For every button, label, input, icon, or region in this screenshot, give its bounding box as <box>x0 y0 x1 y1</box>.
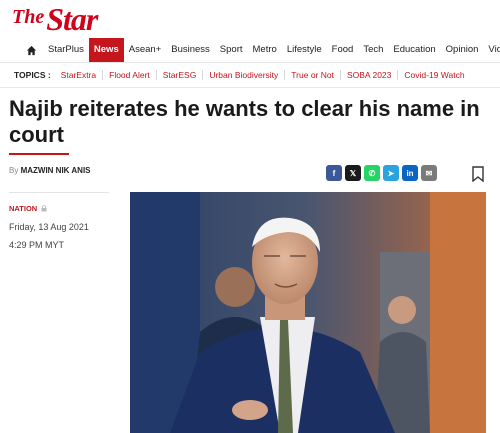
author-link[interactable]: MAZWIN NIK ANIS <box>21 166 91 175</box>
site-logo[interactable]: The Star <box>12 0 98 38</box>
nav-item-lifestyle[interactable]: Lifestyle <box>282 38 327 62</box>
topic-true-or-not[interactable]: True or Not <box>284 70 340 80</box>
topic-flood-alert[interactable]: Flood Alert <box>102 70 156 80</box>
byline: By MAZWIN NIK ANIS <box>9 166 91 175</box>
byline-prefix: By <box>9 166 19 175</box>
section-tag[interactable]: NATION <box>9 204 47 213</box>
nav-item-metro[interactable]: Metro <box>248 38 282 62</box>
topic-soba-2023[interactable]: SOBA 2023 <box>339 70 397 80</box>
headline-underline <box>9 153 69 155</box>
share-buttons: f 𝕏 ✆ ➤ in ✉ <box>326 165 437 181</box>
meta-divider <box>9 192 109 193</box>
article-headline: Najib reiterates he wants to clear his n… <box>9 96 480 147</box>
nav-items: StarPlus News Asean+ Business Sport Metro Life… <box>43 38 500 62</box>
topic-staresg[interactable]: StarESG <box>155 70 203 80</box>
nav-item-tech[interactable]: Tech <box>358 38 388 62</box>
lock-icon <box>41 205 47 212</box>
whatsapp-icon[interactable]: ✆ <box>364 165 380 181</box>
topic-urban-biodiversity[interactable]: Urban Biodiversity <box>202 70 284 80</box>
home-icon[interactable] <box>26 43 37 57</box>
topics-label: TOPICS : <box>14 70 51 80</box>
topic-items: StarExtra Flood Alert StarESG Urban Biodive… <box>57 70 471 80</box>
topic-starextra[interactable]: StarExtra <box>57 70 102 80</box>
nav-item-starplus[interactable]: StarPlus <box>43 38 89 62</box>
facebook-icon[interactable]: f <box>326 165 342 181</box>
nav-item-food[interactable]: Food <box>327 38 359 62</box>
topic-covid-19-watch[interactable]: Covid-19 Watch <box>397 70 470 80</box>
nav-item-videos[interactable]: Videos <box>483 38 500 62</box>
publish-date: Friday, 13 Aug 2021 <box>9 222 89 232</box>
nav-item-business[interactable]: Business <box>166 38 215 62</box>
article-photo <box>130 192 486 433</box>
bookmark-icon[interactable] <box>471 166 485 183</box>
logo-the: The <box>12 5 45 28</box>
nav-item-education[interactable]: Education <box>388 38 440 62</box>
nav-item-opinion[interactable]: Opinion <box>441 38 484 62</box>
nav-item-asean[interactable]: Asean+ <box>124 38 167 62</box>
nav-item-news[interactable]: News <box>88 38 124 62</box>
publish-time: 4:29 PM MYT <box>9 240 65 250</box>
logo-star: Star <box>46 0 98 37</box>
telegram-icon[interactable]: ➤ <box>383 165 399 181</box>
main-nav: StarPlus News Asean+ Business Sport Metro Life… <box>0 38 500 63</box>
linkedin-icon[interactable]: in <box>402 165 418 181</box>
section-label: NATION <box>9 204 38 213</box>
nav-item-sport[interactable]: Sport <box>215 38 248 62</box>
topics-bar: TOPICS : StarExtra Flood Alert StarESG Urba… <box>0 63 500 88</box>
email-icon[interactable]: ✉ <box>421 165 437 181</box>
x-icon[interactable]: 𝕏 <box>345 165 361 181</box>
